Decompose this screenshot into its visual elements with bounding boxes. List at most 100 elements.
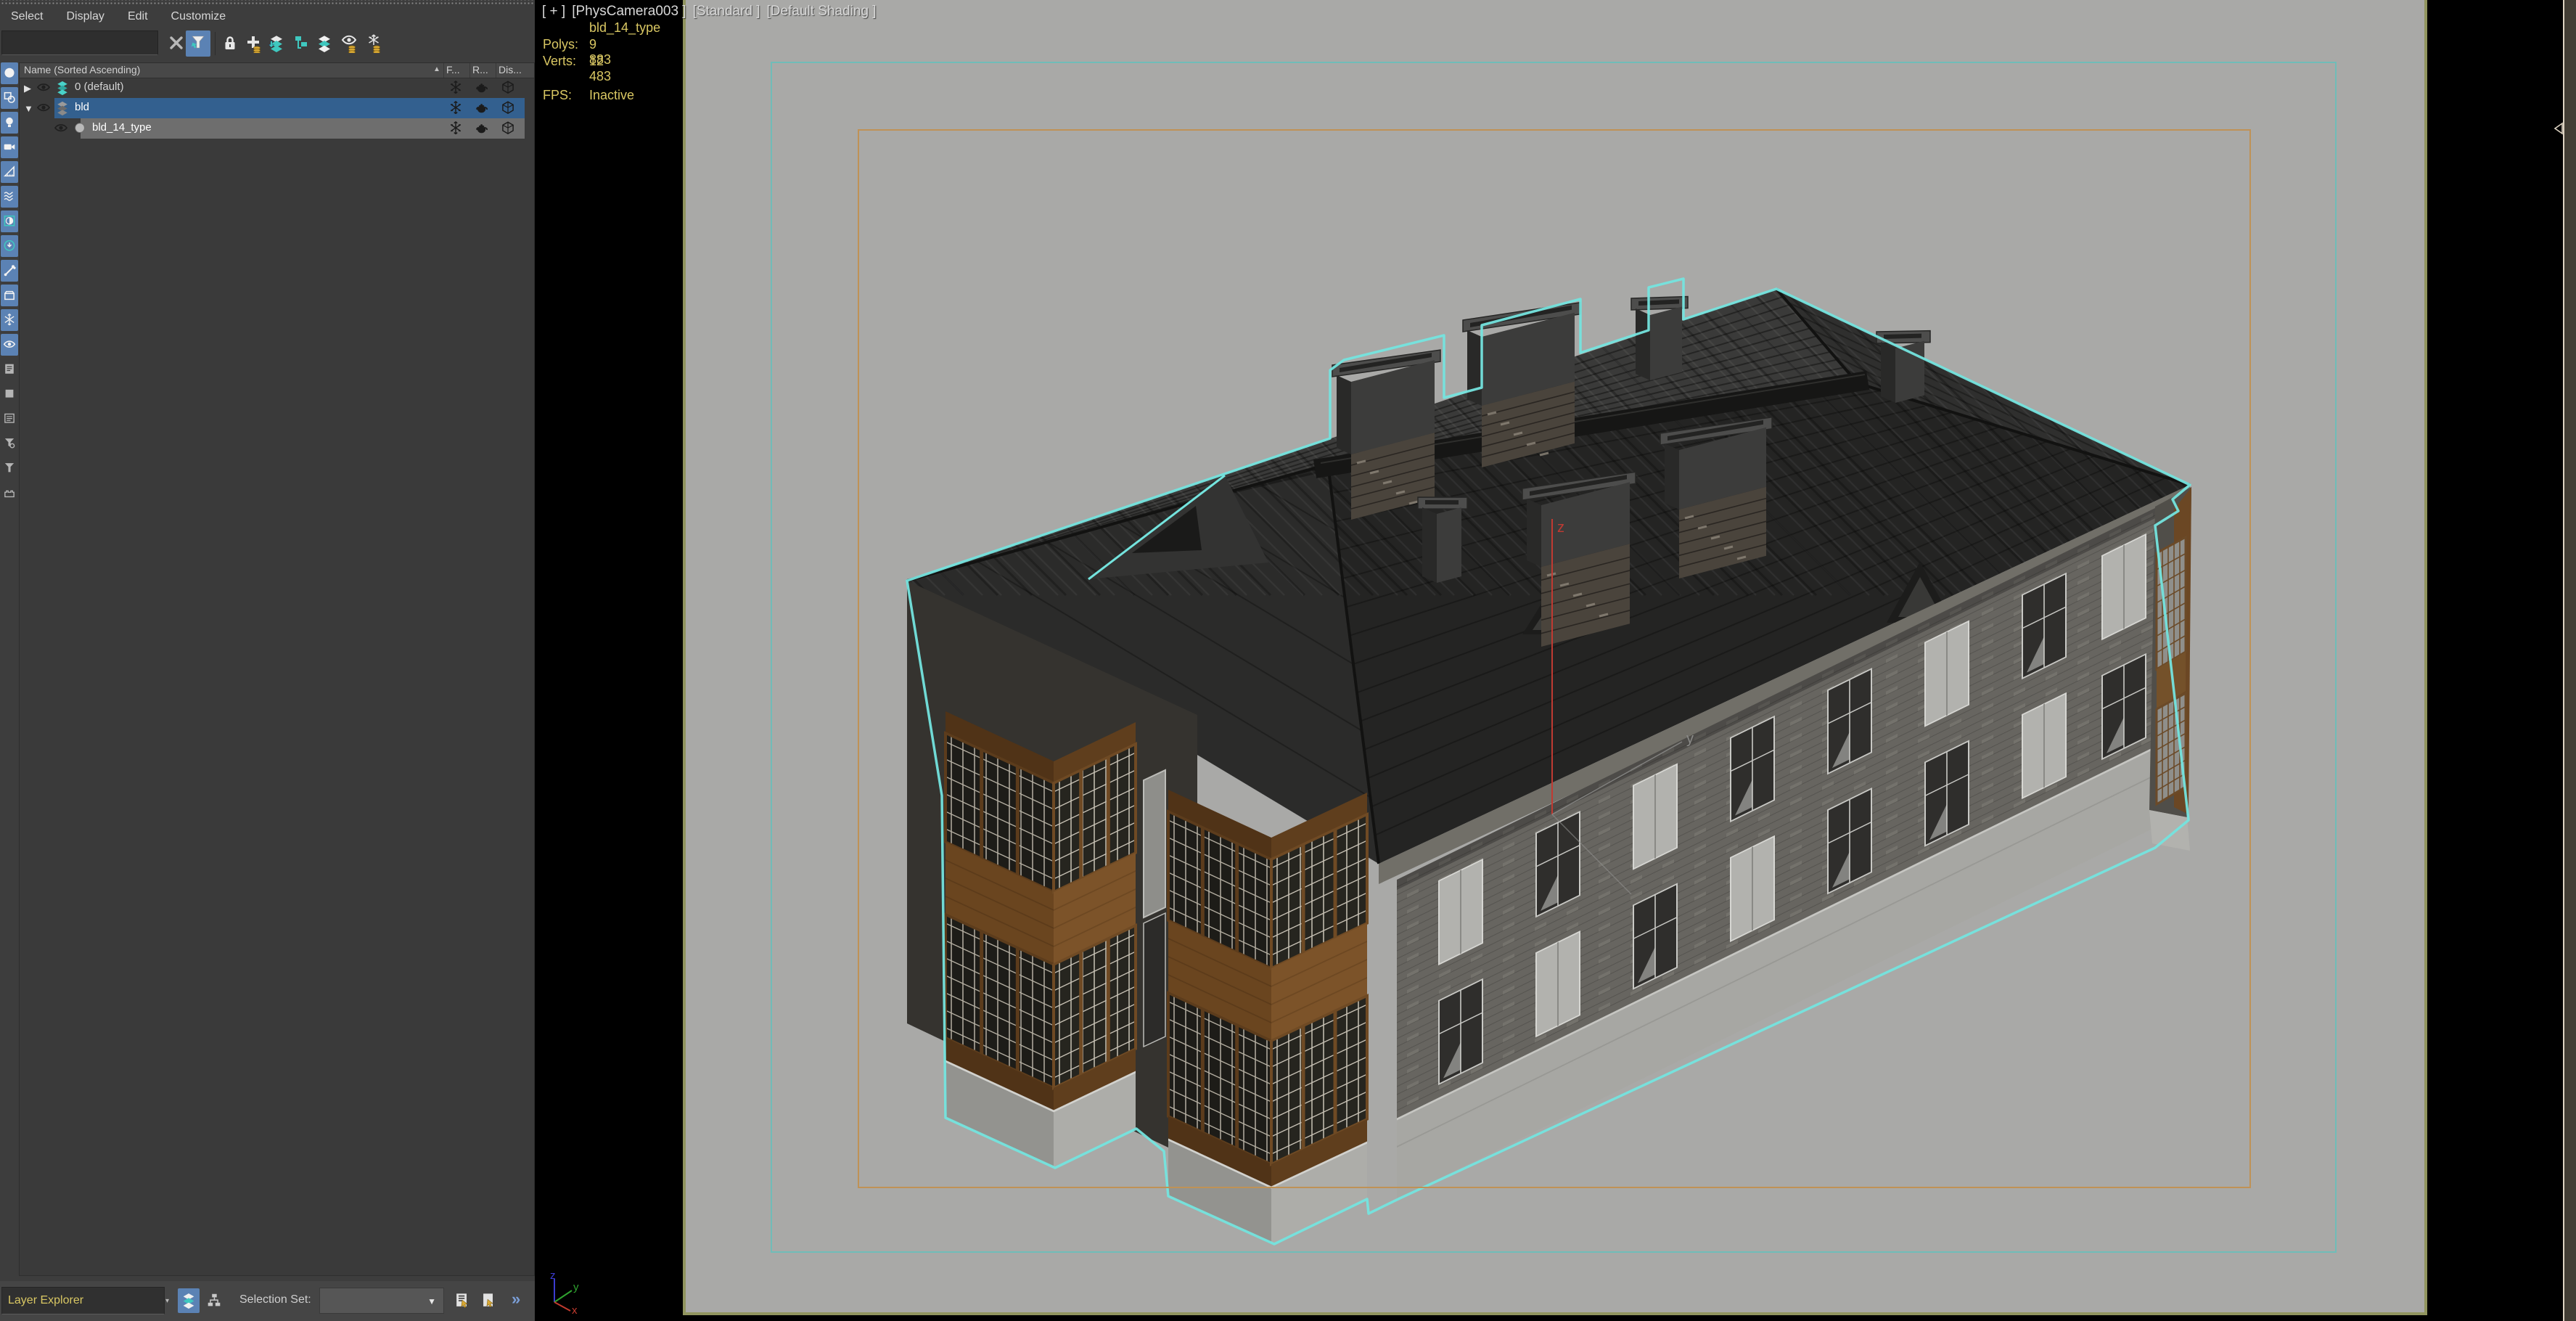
- panel-grip[interactable]: [0, 0, 535, 6]
- layer-teal-icon: [54, 80, 70, 96]
- renderable-cell-icon[interactable]: [474, 80, 490, 96]
- display-cell-icon[interactable]: [500, 100, 516, 116]
- freeze-layers-icon[interactable]: [361, 30, 386, 57]
- stats-object-name: bld_14_type: [589, 20, 661, 35]
- visibility-eye-icon[interactable]: [53, 120, 69, 136]
- filter-config-icon[interactable]: [1, 433, 18, 454]
- display-list-icon[interactable]: [1, 408, 18, 430]
- stats-fps-value: Inactive: [589, 88, 635, 102]
- filter-funnel-icon[interactable]: [1, 457, 18, 479]
- viewport-menu-renderer[interactable]: [Standard ]: [693, 4, 760, 20]
- dropdown-arrow-icon[interactable]: ▼: [427, 1296, 436, 1306]
- explorer-menubar: Select Display Edit Customize: [0, 6, 535, 28]
- renderable-cell-icon[interactable]: [474, 100, 490, 116]
- layer-gray-icon: [54, 100, 70, 116]
- scene-explorer-panel: Select Display Edit Customize Name (Sorted …: [0, 0, 535, 1321]
- sort-ascending-icon[interactable]: ▲: [433, 65, 440, 73]
- menu-item-customize[interactable]: Customize: [160, 10, 239, 23]
- stats-polys-label: Polys:: [543, 37, 579, 52]
- column-name[interactable]: Name (Sorted Ascending): [24, 64, 140, 75]
- row-label[interactable]: bld_14_type: [92, 121, 152, 134]
- add-to-active-layer-icon[interactable]: [264, 30, 289, 57]
- column-render[interactable]: R...: [472, 64, 488, 75]
- select-filter-icon[interactable]: [186, 30, 210, 57]
- column-frozen[interactable]: F...: [446, 64, 460, 75]
- menu-item-edit[interactable]: Edit: [117, 10, 160, 23]
- display-helpers-icon[interactable]: [1, 161, 18, 183]
- column-display[interactable]: Dis...: [499, 64, 522, 75]
- display-cell-icon[interactable]: [500, 80, 516, 96]
- selection-set-label: Selection Set:: [239, 1293, 311, 1306]
- explorer-mode-arrow-icon[interactable]: ▾: [165, 1297, 169, 1305]
- layer-mode-button[interactable]: [178, 1288, 200, 1313]
- menu-item-display[interactable]: Display: [55, 10, 116, 23]
- tree-column-header[interactable]: Name (Sorted Ascending) ▲ F... R... Dis...: [20, 63, 534, 78]
- expand-arrow-icon[interactable]: ▶: [24, 83, 34, 94]
- stats-verts-value: 12 483: [589, 54, 612, 83]
- layer-stack-icon[interactable]: [312, 30, 337, 57]
- stats-fps-label: FPS:: [543, 88, 573, 102]
- lock-layers-icon[interactable]: [218, 30, 242, 57]
- show-all-layers-icon[interactable]: [337, 30, 361, 57]
- explorer-footer: Layer Explorer ▾ Selection Set: ▼ »: [0, 1281, 535, 1321]
- display-frozen-icon[interactable]: [1, 309, 18, 331]
- active-viewport-border-right: [2424, 0, 2427, 1315]
- menu-item-select[interactable]: Select: [0, 10, 55, 23]
- display-lights-icon[interactable]: [1, 112, 18, 134]
- stats-verts-label: Verts:: [543, 54, 577, 68]
- sphere-icon: [72, 120, 88, 136]
- selection-set-dropdown[interactable]: ▼: [319, 1288, 444, 1314]
- display-cameras-icon[interactable]: [1, 136, 18, 158]
- scene-tree: Name (Sorted Ascending) ▲ F... R... Dis... ▶…: [19, 62, 535, 1276]
- clear-search-icon[interactable]: [164, 30, 189, 57]
- select-by-name-button[interactable]: [451, 1288, 473, 1313]
- svg-text:y: y: [573, 1281, 579, 1293]
- tree-row-bld[interactable]: ▼ bld: [20, 98, 534, 118]
- display-xrefs-icon[interactable]: [1, 235, 18, 257]
- freeze-cell-icon[interactable]: [448, 120, 464, 136]
- svg-text:x: x: [572, 1304, 578, 1315]
- row-label[interactable]: bld: [75, 101, 89, 113]
- display-shapes-icon[interactable]: [1, 87, 18, 109]
- visibility-eye-icon[interactable]: [36, 80, 52, 96]
- explorer-mode-label: Layer Explorer: [8, 1294, 84, 1306]
- safe-frame-inner: [858, 129, 2251, 1188]
- viewport-menu-camera[interactable]: [PhysCamera003 ]: [572, 4, 686, 20]
- expand-arrow-icon[interactable]: ▼: [24, 103, 34, 114]
- freeze-cell-icon[interactable]: [448, 80, 464, 96]
- column-separator: [443, 63, 444, 78]
- display-probes-icon[interactable]: [1, 210, 18, 232]
- display-spacewarps-icon[interactable]: [1, 186, 18, 208]
- display-bones-icon[interactable]: [1, 260, 18, 282]
- explorer-mode-dropdown[interactable]: Layer Explorer: [1, 1287, 165, 1314]
- display-swatch-icon[interactable]: [1, 383, 18, 405]
- create-new-layer-icon[interactable]: [241, 30, 266, 57]
- row-label[interactable]: 0 (default): [75, 81, 124, 93]
- display-hidden-icon[interactable]: [1, 334, 18, 356]
- toolbar-overflow-chevron[interactable]: »: [512, 1290, 520, 1309]
- display-battlement-icon[interactable]: [1, 482, 18, 504]
- viewport-menu-shading[interactable]: [Default Shading ]: [767, 4, 877, 20]
- expand-panel-arrow-icon[interactable]: [2554, 122, 2564, 135]
- freeze-cell-icon[interactable]: [448, 100, 464, 116]
- display-filter-toolbar: [0, 62, 19, 556]
- display-geometry-icon[interactable]: [1, 62, 18, 84]
- toolbar-separator: [215, 32, 216, 55]
- display-cell-icon[interactable]: [500, 120, 516, 136]
- column-separator: [469, 63, 470, 78]
- svg-text:z: z: [550, 1270, 556, 1282]
- tree-row-0-default-[interactable]: ▶ 0 (default): [20, 78, 534, 98]
- hierarchy-mode-button[interactable]: [203, 1288, 225, 1313]
- visibility-eye-icon[interactable]: [36, 100, 52, 116]
- explorer-search-row: [0, 28, 535, 61]
- search-input[interactable]: [1, 30, 158, 55]
- tree-row-bld-14-type[interactable]: bld_14_type: [20, 118, 534, 139]
- renderable-cell-icon[interactable]: [474, 120, 490, 136]
- display-notes-icon[interactable]: [1, 359, 18, 380]
- display-containers-icon[interactable]: [1, 285, 18, 306]
- collapsed-command-panel[interactable]: [2564, 0, 2576, 1321]
- nest-layer-icon[interactable]: [289, 30, 313, 57]
- application-window: Select Display Edit Customize Name (Sorted …: [0, 0, 2576, 1321]
- viewport-menu-general[interactable]: [ + ]: [542, 4, 565, 20]
- pick-object-button[interactable]: [477, 1288, 499, 1313]
